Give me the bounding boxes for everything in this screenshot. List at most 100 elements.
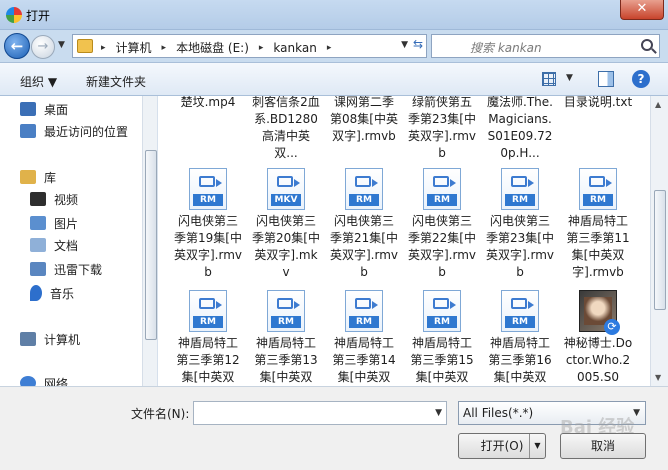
file-name: 神秘博士.Doctor.Who.2005.S0: [563, 336, 633, 384]
file-item[interactable]: MKV 闪电侠第三季第20集[中英双字].mkv: [251, 168, 321, 281]
open-split-dropdown-icon[interactable]: ▼: [529, 434, 545, 458]
file-item[interactable]: 楚坟.mp4: [173, 96, 243, 111]
help-icon[interactable]: ?: [632, 70, 650, 88]
file-item[interactable]: RM 闪电侠第三季第23集[中英双字].rmvb: [485, 168, 555, 281]
view-grid-icon[interactable]: [542, 72, 556, 86]
open-button-label: 打开(O): [480, 439, 524, 453]
view-dropdown-icon[interactable]: ▼: [566, 73, 573, 83]
file-item[interactable]: RM 神盾局特工第三季第11集[中英双字].rmvb: [563, 168, 633, 281]
file-name: 课网第二季第08集[中英双字].rmvb: [330, 96, 398, 143]
preview-pane-icon[interactable]: [598, 71, 614, 87]
breadcrumb-computer[interactable]: 计算机: [116, 39, 152, 56]
video-file-icon: RM: [189, 168, 227, 210]
refresh-icon[interactable]: ⇆: [413, 37, 423, 51]
file-item[interactable]: RM 闪电侠第三季第22集[中英双字].rmvb: [407, 168, 477, 281]
video-file-icon: RM: [345, 168, 383, 210]
video-file-icon: RM: [267, 290, 305, 332]
filename-label: 文件名(N):: [131, 407, 190, 421]
file-name: 神盾局特工第三季第15集[中英双: [410, 336, 474, 384]
sidebar-item-video[interactable]: 视频: [30, 188, 78, 210]
file-name: 闪电侠第三季第20集[中英双字].mkv: [252, 214, 320, 279]
file-type-value: All Files(*.*): [463, 406, 534, 420]
history-dropdown-icon[interactable]: ▼: [58, 40, 65, 50]
computer-icon: [20, 332, 36, 346]
filename-input[interactable]: ▼: [193, 401, 447, 425]
desktop-icon: [20, 102, 36, 116]
recent-places-icon: [20, 124, 36, 138]
sidebar-item-label: 文档: [54, 238, 79, 253]
breadcrumb-separator[interactable]: ▸: [101, 43, 106, 53]
file-name: 闪电侠第三季第21集[中英双字].rmvb: [329, 214, 398, 279]
open-button[interactable]: 打开(O) ▼: [458, 433, 546, 459]
file-list: 楚坟.mp4 刺客信条2血系.BD1280高清中英双... 课网第二季第08集[…: [158, 96, 650, 386]
breadcrumb-separator[interactable]: ▸: [162, 43, 167, 53]
sidebar-item-documents[interactable]: 文档: [30, 234, 78, 256]
pictures-icon: [30, 216, 46, 230]
file-name: 目录说明.txt: [563, 96, 633, 109]
file-item[interactable]: RM 闪电侠第三季第21集[中英双字].rmvb: [329, 168, 399, 281]
file-item[interactable]: RM 神盾局特工第三季第13集[中英双: [251, 290, 321, 386]
documents-icon: [30, 238, 46, 252]
file-item[interactable]: 魔法师.The.Magicians.S01E09.720p.H...: [485, 96, 555, 160]
video-thumbnail-icon: [579, 290, 620, 335]
sidebar-item-network[interactable]: 网络: [20, 372, 68, 386]
file-list-scroll-thumb[interactable]: [654, 190, 666, 310]
breadcrumb-separator[interactable]: ▸: [327, 43, 332, 53]
window-title: 打开: [26, 9, 51, 23]
file-item[interactable]: RM 神盾局特工第三季第16集[中英双: [485, 290, 555, 386]
folder-icon: [77, 39, 93, 53]
sidebar-item-label: 最近访问的位置: [44, 124, 129, 139]
sidebar-scrollbar[interactable]: [142, 96, 157, 386]
scroll-down-icon[interactable]: ▼: [655, 373, 661, 382]
file-item[interactable]: RM 神盾局特工第三季第12集[中英双: [173, 290, 243, 386]
file-name: 神盾局特工第三季第12集[中英双: [176, 336, 240, 384]
toolbar: 组织 ▼ 新建文件夹 ▼ ?: [0, 62, 668, 96]
title-bar: 打开 ✕: [0, 0, 668, 30]
file-item[interactable]: RM 神盾局特工第三季第15集[中英双: [407, 290, 477, 386]
organize-button[interactable]: 组织 ▼: [20, 73, 57, 90]
file-name: 神盾局特工第三季第14集[中英双: [332, 336, 396, 384]
file-item[interactable]: RM 闪电侠第三季第19集[中英双字].rmvb: [173, 168, 243, 281]
back-button[interactable]: ←: [4, 33, 30, 59]
navigation-bar: ← → ▼ ▸ 计算机 ▸ 本地磁盘 (E:) ▸ kankan ▸ ▼ ⇆ 搜…: [0, 30, 668, 62]
address-bar[interactable]: ▸ 计算机 ▸ 本地磁盘 (E:) ▸ kankan ▸ ▼ ⇆: [72, 34, 427, 58]
breadcrumb-kankan[interactable]: kankan: [273, 41, 316, 55]
file-item[interactable]: 课网第二季第08集[中英双字].rmvb: [329, 96, 399, 160]
forward-button[interactable]: →: [31, 35, 55, 59]
file-item[interactable]: 刺客信条2血系.BD1280高清中英双...: [251, 96, 321, 160]
filename-dropdown-icon[interactable]: ▼: [435, 408, 442, 418]
search-icon[interactable]: [641, 39, 653, 51]
sidebar-scroll-thumb[interactable]: [145, 150, 157, 340]
video-icon: [30, 192, 46, 206]
sidebar-item-computer[interactable]: 计算机: [20, 328, 80, 350]
cancel-button[interactable]: 取消: [560, 433, 646, 459]
breadcrumb-separator[interactable]: ▸: [259, 43, 264, 53]
file-name: 神盾局特工第三季第16集[中英双: [488, 336, 552, 384]
sidebar-item-downloads[interactable]: 迅雷下载: [30, 258, 102, 280]
file-name: 闪电侠第三季第22集[中英双字].rmvb: [407, 214, 476, 279]
library-icon: [20, 170, 36, 184]
sidebar-item-pictures[interactable]: 图片: [30, 212, 78, 234]
search-input[interactable]: 搜索 kankan: [431, 34, 660, 58]
video-file-icon: RM: [345, 290, 383, 332]
file-item[interactable]: 目录说明.txt: [563, 96, 633, 111]
file-item[interactable]: 神秘博士.Doctor.Who.2005.S0: [563, 290, 633, 386]
sidebar-item-music[interactable]: 音乐: [30, 282, 74, 304]
breadcrumb: ▸ 计算机 ▸ 本地磁盘 (E:) ▸ kankan ▸: [101, 39, 331, 56]
video-file-icon: RM: [189, 290, 227, 332]
sidebar-item-library[interactable]: 库: [20, 166, 56, 188]
video-file-icon: RM: [579, 168, 617, 210]
file-name: 刺客信条2血系.BD1280高清中英双...: [252, 96, 320, 160]
scroll-up-icon[interactable]: ▲: [655, 100, 661, 109]
sidebar-item-recent[interactable]: 最近访问的位置: [20, 120, 128, 142]
close-button[interactable]: ✕: [620, 0, 664, 20]
breadcrumb-drive-e[interactable]: 本地磁盘 (E:): [176, 39, 249, 56]
address-dropdown-icon[interactable]: ▼: [401, 40, 408, 50]
file-item[interactable]: 绿箭侠第五季第23集[中英双字].rmvb: [407, 96, 477, 160]
dialog-footer: 文件名(N): ▼ All Files(*.*) ▼ Bai 经验 打开(O) …: [0, 386, 668, 470]
network-icon: [20, 376, 36, 386]
file-list-scrollbar[interactable]: ▲ ▼: [650, 96, 668, 386]
file-item[interactable]: RM 神盾局特工第三季第14集[中英双: [329, 290, 399, 386]
new-folder-button[interactable]: 新建文件夹: [86, 73, 146, 90]
sidebar-item-desktop[interactable]: 桌面: [20, 98, 68, 120]
